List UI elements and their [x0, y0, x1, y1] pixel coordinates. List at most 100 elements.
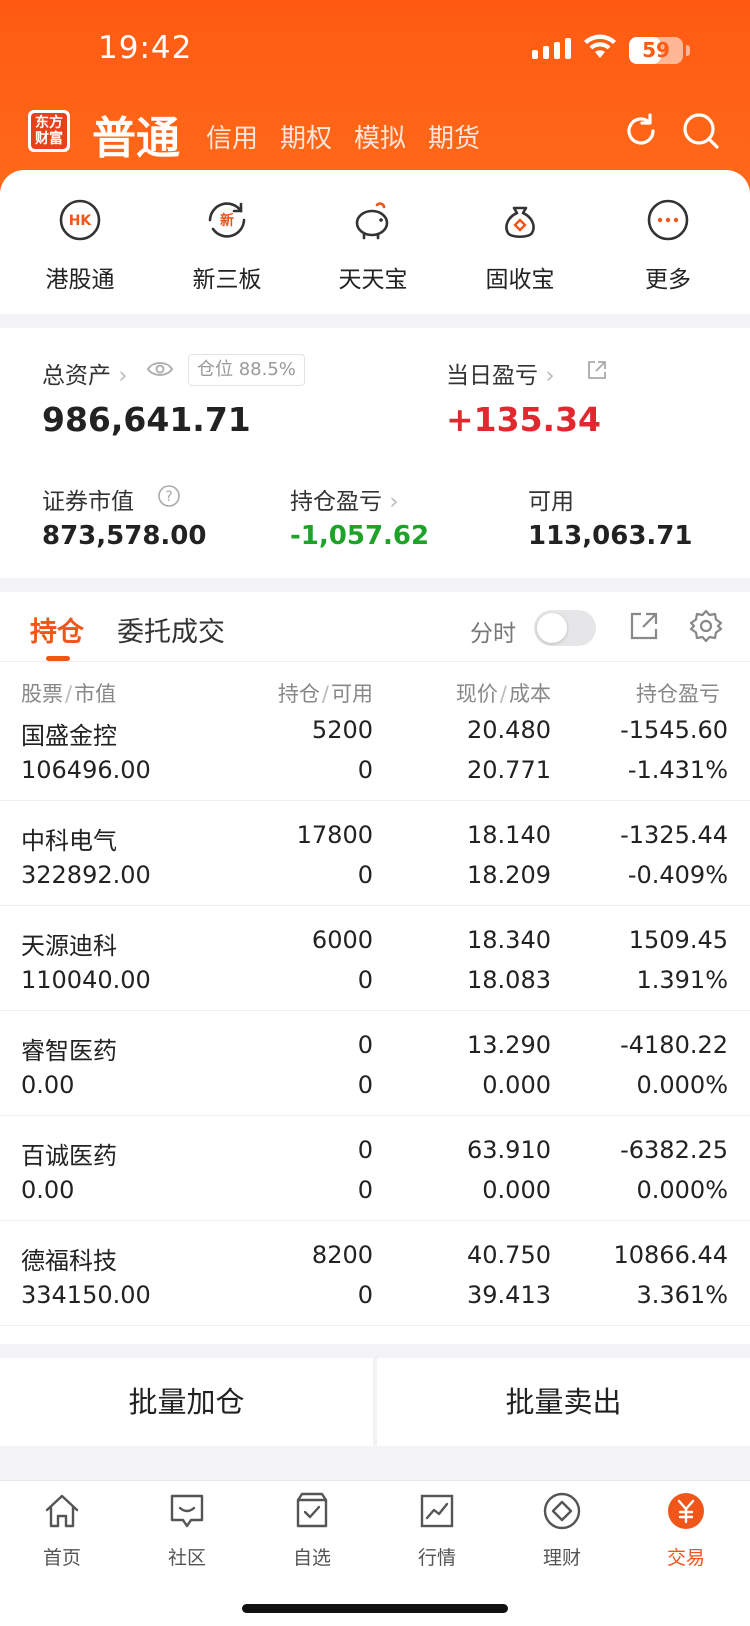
available-value: 113,063.71: [528, 521, 693, 551]
holding-row[interactable]: 德福科技 334150.00 8200 0 40.750 39.413 10866.44 3.…: [0, 1221, 750, 1326]
quick-action-label: 港股通: [45, 267, 115, 293]
search-icon[interactable]: [680, 110, 722, 152]
batch-buy-button[interactable]: 批量加仓: [0, 1358, 373, 1446]
tab-orders[interactable]: 委托成交: [117, 610, 225, 649]
quick-action-neeq[interactable]: 新 新三板: [167, 198, 287, 294]
quick-action-label: 新三板: [192, 267, 262, 293]
holding-row[interactable]: 中科电气 322892.00 17800 0 18.140 18.209 -1325.44 -…: [0, 801, 750, 906]
tab-trade[interactable]: 交易: [636, 1491, 736, 1570]
stock-available: 0: [357, 756, 373, 784]
stock-pnl: -1325.44: [620, 821, 728, 849]
tab-home[interactable]: 首页: [12, 1491, 112, 1570]
help-icon[interactable]: ?: [157, 484, 181, 508]
intraday-toggle-label: 分时: [470, 621, 516, 647]
stock-pnl: -6382.25: [620, 1136, 728, 1164]
stock-market-value: 322892.00: [21, 861, 151, 889]
more-dots-icon: [647, 199, 689, 241]
tab-wealth[interactable]: 理财: [512, 1491, 612, 1570]
stock-cost: 18.209: [467, 861, 551, 889]
stock-market-value: 110040.00: [21, 966, 151, 994]
stock-position: 8200: [311, 1241, 373, 1269]
diamond-icon: [543, 1492, 581, 1530]
stock-name: 国盛金控: [21, 722, 117, 750]
stock-pnl-percent: 0.000%: [636, 1071, 728, 1099]
stock-price: 18.140: [467, 821, 551, 849]
stock-name: 百诚医药: [21, 1142, 117, 1170]
svg-text:?: ?: [165, 489, 172, 505]
account-tab-simulated[interactable]: 模拟: [354, 118, 406, 155]
home-icon: [45, 1494, 79, 1528]
quick-action-gsb[interactable]: 固收宝: [460, 198, 580, 294]
market-value-label: 证券市值: [42, 489, 134, 515]
tab-holdings[interactable]: 持仓: [30, 610, 84, 649]
tab-community[interactable]: 社区: [137, 1491, 237, 1570]
chat-icon: [170, 1494, 204, 1528]
holding-pnl-label[interactable]: 持仓盈亏 ›: [290, 482, 399, 516]
quick-action-label: 更多: [645, 267, 691, 293]
batch-sell-button[interactable]: 批量卖出: [377, 1358, 750, 1446]
holding-row[interactable]: 百诚医药 0.00 0 0 63.910 0.000 -6382.25 0.000%: [0, 1116, 750, 1221]
logo-text: 东方财富: [31, 113, 67, 149]
account-tab-options[interactable]: 期权: [280, 118, 332, 155]
stock-pnl-percent: -0.409%: [627, 861, 728, 889]
holdings-panel: 持仓 委托成交 分时 股票/市值 持仓/可用 现价/成本 持仓盈亏 国盛金控 10…: [0, 592, 750, 1344]
quick-action-ttb[interactable]: 天天宝: [313, 198, 433, 294]
stock-price: 20.480: [467, 716, 551, 744]
quick-actions: HK 港股通 新 新三板 天天宝 固收宝 更多: [0, 170, 750, 314]
stock-cost: 39.413: [467, 1281, 551, 1309]
tab-watchlist[interactable]: 自选: [262, 1491, 362, 1570]
total-assets-value: 986,641.71: [42, 400, 251, 439]
market-value: 873,578.00: [42, 521, 207, 551]
export-icon[interactable]: [628, 610, 660, 642]
holding-row[interactable]: 天源迪科 110040.00 6000 0 18.340 18.083 1509.45 1.3…: [0, 906, 750, 1011]
tab-market[interactable]: 行情: [387, 1491, 487, 1570]
quick-action-more[interactable]: 更多: [608, 198, 728, 294]
stock-pnl-percent: 3.361%: [636, 1281, 728, 1309]
chart-icon: [420, 1494, 454, 1528]
stock-market-value: 0.00: [21, 1071, 75, 1099]
account-tab-normal[interactable]: 普通: [92, 102, 180, 166]
daily-pnl-value: +135.34: [446, 400, 601, 439]
refresh-new-icon: 新: [208, 202, 246, 238]
stock-position: 0: [357, 1136, 373, 1164]
stock-position: 0: [357, 1031, 373, 1059]
stock-pnl-percent: 1.391%: [636, 966, 728, 994]
stock-position: 6000: [311, 926, 373, 954]
app-logo[interactable]: 东方财富: [28, 110, 70, 152]
stock-available: 0: [357, 1071, 373, 1099]
stock-price: 18.340: [467, 926, 551, 954]
account-tab-futures[interactable]: 期货: [428, 118, 480, 155]
quick-action-hk[interactable]: HK 港股通: [20, 198, 140, 294]
stock-market-value: 334150.00: [21, 1281, 151, 1309]
stock-name: 中科电气: [21, 827, 117, 855]
stock-name: 德福科技: [21, 1247, 117, 1275]
holding-row[interactable]: 睿智医药 0.00 0 0 13.290 0.000 -4180.22 0.000%: [0, 1011, 750, 1116]
available-label: 可用: [528, 489, 574, 515]
daily-pnl-label[interactable]: 当日盈亏 ›: [446, 356, 555, 390]
quick-action-label: 固收宝: [485, 267, 555, 293]
stock-pnl: -4180.22: [620, 1031, 728, 1059]
stock-available: 0: [357, 1281, 373, 1309]
account-tabs: 信用 期权 模拟 期货: [206, 118, 480, 155]
total-assets-label[interactable]: 总资产 ›: [42, 356, 128, 390]
eye-icon[interactable]: [147, 360, 173, 378]
stock-price: 63.910: [467, 1136, 551, 1164]
account-tab-credit[interactable]: 信用: [206, 118, 258, 155]
stock-price: 40.750: [467, 1241, 551, 1269]
svg-text:新: 新: [220, 212, 234, 229]
stock-market-value: 106496.00: [21, 756, 151, 784]
intraday-toggle[interactable]: [534, 610, 596, 646]
money-bag-icon: [505, 206, 535, 239]
battery-icon: 59: [629, 37, 683, 64]
position-ratio-badge: 仓位 88.5%: [188, 354, 305, 386]
stock-price: 13.290: [467, 1031, 551, 1059]
refresh-icon[interactable]: [620, 110, 662, 152]
stock-pnl-percent: -1.431%: [627, 756, 728, 784]
settings-gear-icon[interactable]: [688, 608, 724, 644]
share-icon[interactable]: [586, 359, 608, 381]
stock-cost: 0.000: [482, 1176, 551, 1204]
hk-icon: HK: [59, 199, 101, 241]
batch-actions: 批量加仓 批量卖出: [0, 1358, 750, 1446]
holding-row[interactable]: 国盛金控 106496.00 5200 0 20.480 20.771 -1545.60 -1…: [0, 696, 750, 801]
status-time: 19:42: [98, 30, 193, 66]
